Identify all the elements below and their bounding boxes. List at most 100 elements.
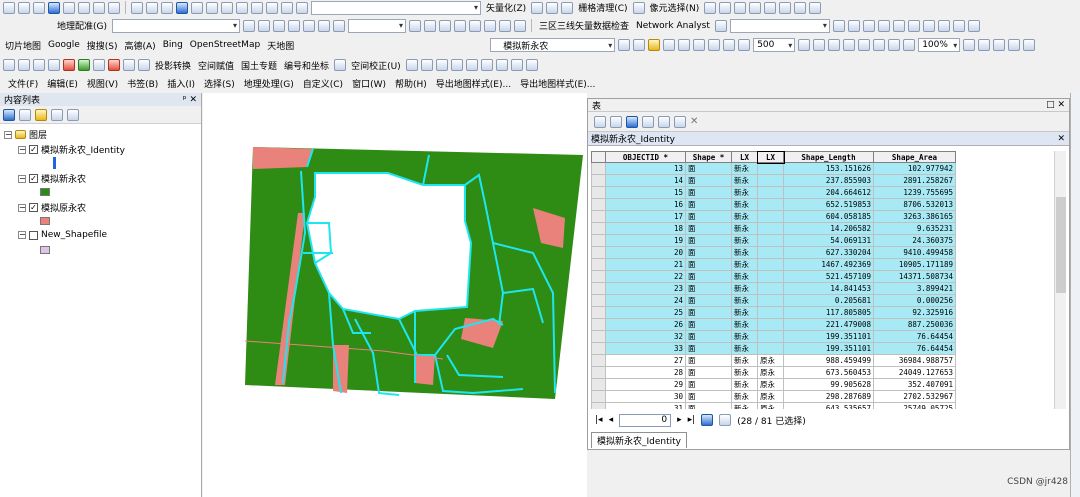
network-tool-3-icon[interactable]: [847, 19, 860, 32]
menu-view[interactable]: 视图(V): [87, 77, 118, 90]
row-selector[interactable]: [591, 294, 606, 307]
layer-item-new-shapefile[interactable]: − New_Shapefile: [18, 230, 107, 240]
adjust-tool-6-icon[interactable]: [495, 59, 508, 71]
tile-map-menu[interactable]: 切片地图: [3, 39, 43, 52]
back-arrow-icon[interactable]: [93, 1, 105, 14]
network-tool-8-icon[interactable]: [922, 19, 935, 32]
clear-icon[interactable]: [123, 59, 135, 71]
identify-icon[interactable]: [176, 1, 188, 14]
georeference-input[interactable]: [348, 18, 406, 33]
pencil-icon[interactable]: [546, 1, 559, 14]
pixel-tool-2-icon[interactable]: [719, 1, 732, 14]
row-selector[interactable]: [591, 306, 606, 319]
spatial-assign-menu[interactable]: 空间赋值: [196, 59, 236, 72]
check-icon[interactable]: [78, 59, 90, 71]
globe-icon[interactable]: [48, 1, 60, 14]
row-selector[interactable]: [591, 342, 606, 355]
scale-input[interactable]: 500: [753, 38, 796, 52]
table-row[interactable]: 29 面新永 原永 99.905628 352.407091: [591, 378, 956, 391]
scrollbar-thumb[interactable]: [1056, 197, 1066, 293]
gaode-menu[interactable]: 高德(A): [123, 39, 158, 52]
table-row[interactable]: 27 面新永 原永 988.459499 36984.988757: [591, 354, 956, 367]
layers-root[interactable]: − 图层: [4, 128, 47, 141]
georef-table-icon[interactable]: [318, 19, 330, 32]
table-row[interactable]: 25 面新永 117.805805 92.325916: [591, 306, 956, 319]
table-row[interactable]: 17 面新永 604.058185 3263.386165: [591, 210, 956, 223]
zoom-tool-2-icon[interactable]: [813, 39, 826, 51]
select-elements-icon[interactable]: [161, 1, 173, 14]
show-all-records-icon[interactable]: [701, 414, 714, 426]
pixel-tool-3-icon[interactable]: [734, 1, 747, 14]
row-selector[interactable]: [591, 354, 606, 367]
layer-visibility-checkbox[interactable]: [29, 230, 38, 240]
spatial-tool-2-icon[interactable]: [424, 19, 436, 32]
collapse-icon[interactable]: −: [18, 203, 26, 212]
row-selector[interactable]: [591, 378, 606, 391]
menu-bookmarks[interactable]: 书签(B): [127, 77, 158, 90]
zoom-tool-8-icon[interactable]: [903, 39, 916, 51]
spatial-tool-8-icon[interactable]: [514, 19, 526, 32]
edit-tool-7-icon[interactable]: [708, 39, 721, 51]
pixel-tool-8-icon[interactable]: [809, 1, 822, 14]
edit-tool-6-icon[interactable]: [693, 39, 706, 51]
land-topic-menu[interactable]: 国土专题: [239, 59, 279, 72]
list-by-drawing-order-icon[interactable]: [3, 108, 15, 121]
prev-record-icon[interactable]: ◂: [609, 415, 614, 425]
options-icon[interactable]: [67, 108, 79, 121]
edit-tool-8-icon[interactable]: [723, 39, 736, 51]
layout-tool-2-icon[interactable]: [978, 39, 991, 51]
table-row[interactable]: 13 面新永 153.151626 102.977942: [591, 162, 956, 175]
map-canvas[interactable]: [203, 93, 587, 497]
edit-tool-3-icon[interactable]: [648, 39, 661, 51]
col-objectid[interactable]: OBJECTID *: [605, 151, 686, 163]
zoom-tool-icon[interactable]: [798, 39, 811, 51]
row-selector[interactable]: [591, 162, 606, 175]
pan-icon[interactable]: [33, 1, 45, 14]
delete-selected-icon[interactable]: [674, 115, 686, 128]
clear-selection-icon[interactable]: [146, 1, 158, 14]
spatial-tool-icon[interactable]: [409, 19, 421, 32]
full-extent-icon[interactable]: [63, 1, 75, 14]
show-selected-records-icon[interactable]: [719, 414, 732, 426]
layout-tool-icon[interactable]: [963, 39, 976, 51]
table-row[interactable]: 33 面新永 199.351101 76.64454: [591, 342, 956, 355]
fixed-zoom-icon[interactable]: [78, 1, 90, 14]
zoom-tool-7-icon[interactable]: [888, 39, 901, 51]
zoom-in-icon[interactable]: [3, 1, 15, 14]
menu-edit[interactable]: 编辑(E): [47, 77, 78, 90]
number-coord-menu[interactable]: 编号和坐标: [282, 59, 331, 72]
rect-icon[interactable]: [33, 59, 45, 71]
zoom-percent-dropdown[interactable]: 100%: [918, 38, 961, 52]
attribute-grid[interactable]: OBJECTID * Shape * LX LX Shape_Length Sh…: [591, 151, 1053, 409]
menu-geoprocessing[interactable]: 地理处理(G): [244, 77, 294, 90]
map-view[interactable]: [203, 93, 587, 497]
find-route-icon[interactable]: [251, 1, 263, 14]
list-by-selection-icon[interactable]: [51, 108, 63, 121]
list-by-visibility-icon[interactable]: [35, 108, 47, 121]
menu-windows[interactable]: 窗口(W): [352, 77, 386, 90]
row-selector[interactable]: [591, 246, 606, 259]
pixel-tool-6-icon[interactable]: [779, 1, 792, 14]
validate-icon[interactable]: [63, 59, 75, 71]
row-selector[interactable]: [591, 258, 606, 271]
pixel-tool-7-icon[interactable]: [794, 1, 807, 14]
zoom-tool-6-icon[interactable]: [873, 39, 886, 51]
menu-insert[interactable]: 插入(I): [167, 77, 195, 90]
next-record-icon[interactable]: ▸: [677, 415, 682, 425]
row-selector[interactable]: [591, 270, 606, 283]
adjust-tool-2-icon[interactable]: [435, 59, 448, 71]
delete-icon[interactable]: [93, 59, 105, 71]
menu-help[interactable]: 帮助(H): [395, 77, 427, 90]
close-red-icon[interactable]: [108, 59, 120, 71]
projection-convert-menu[interactable]: 投影转换: [153, 59, 193, 72]
square-icon[interactable]: [18, 59, 30, 71]
col-lx-1[interactable]: LX: [756, 151, 785, 164]
clear-selection-icon[interactable]: [658, 115, 670, 128]
spatial-correct-menu[interactable]: 空间校正(U): [349, 59, 403, 72]
raster-tool-icon[interactable]: [561, 1, 574, 14]
table-row[interactable]: 24 面新永 0.205681 0.000256: [591, 294, 956, 307]
help-icon[interactable]: [138, 59, 150, 71]
pixel-tool-5-icon[interactable]: [764, 1, 777, 14]
row-selector[interactable]: [591, 402, 606, 409]
select-by-attributes-icon[interactable]: [626, 115, 638, 128]
